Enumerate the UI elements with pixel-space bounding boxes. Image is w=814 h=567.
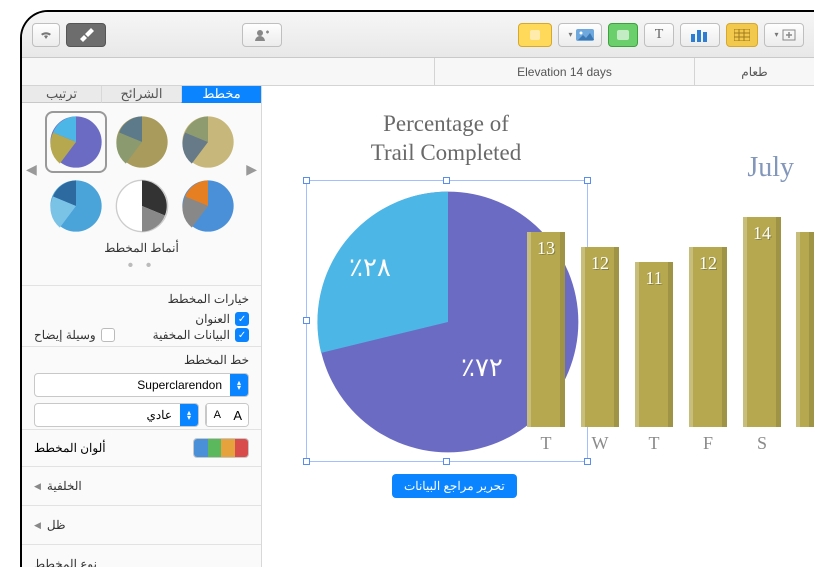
styles-next[interactable]: ▶ (246, 161, 257, 178)
size-small-icon: A (206, 404, 228, 426)
shape-button[interactable] (608, 23, 638, 47)
styles-prev[interactable]: ◀ (26, 161, 37, 178)
resize-handle[interactable] (303, 177, 310, 184)
text-icon: T (655, 27, 664, 43)
bar-category: T (649, 433, 660, 454)
style-thumb-5[interactable] (115, 179, 169, 233)
pie-slice-label-72: ٪٧٢ (461, 353, 503, 383)
checkbox-legend-label: وسيلة إيضاح (34, 328, 96, 342)
tips-button[interactable] (518, 23, 552, 47)
stepper-icon: ▴▾ (230, 374, 248, 396)
chart-colors-section: ألوان المخطط (22, 429, 261, 466)
chart-icon (690, 28, 710, 42)
checkbox-title[interactable]: ✓ (235, 312, 249, 326)
insert-icon (782, 29, 796, 41)
bar-category: F (703, 433, 713, 454)
chart-type-label: نوع المخطط (34, 557, 97, 567)
document-tabs: Elevation 14 days طعام (22, 58, 814, 86)
chart-colors-label: ألوان المخطط (34, 441, 106, 455)
chart-type-section[interactable]: نوع المخطط (22, 544, 261, 567)
font-family-select[interactable]: ▴▾ Superclarendon (34, 373, 249, 397)
bar-value: 12 (689, 253, 727, 274)
style-thumb-1[interactable] (49, 115, 103, 169)
style-thumb-2[interactable] (115, 115, 169, 169)
wifi-icon (39, 30, 53, 40)
bar-category: T (541, 433, 552, 454)
style-thumb-4[interactable] (49, 179, 103, 233)
checkbox-hidden-data[interactable]: ✓ (235, 328, 249, 342)
chart-options-section: خيارات المخطط ✓ العنوان ✓ البيانات المخف… (22, 285, 261, 346)
styles-pager[interactable]: • • (44, 257, 239, 275)
shadow-section[interactable]: ظل ◀ (22, 505, 261, 544)
checkbox-hidden-label: البيانات المخفية (153, 328, 230, 342)
disclosure-icon: ◀ (34, 520, 41, 531)
resize-handle[interactable] (443, 458, 450, 465)
font-size-stepper[interactable]: A A (205, 403, 249, 427)
brush-icon (78, 28, 94, 42)
table-icon (734, 29, 750, 41)
edit-data-button[interactable]: تحرير مراجع البيانات (392, 474, 517, 498)
shape-icon (616, 29, 630, 41)
background-section[interactable]: الخلفية ◀ (22, 466, 261, 505)
disclosure-icon: ◀ (34, 481, 41, 492)
font-weight-select[interactable]: ▴▾ عادي (34, 403, 199, 427)
bar-value: 11 (635, 268, 673, 289)
collaborate-button[interactable] (242, 23, 282, 47)
format-brush-button[interactable] (66, 23, 106, 47)
tab-arrange[interactable]: ترتيب (22, 86, 101, 103)
bar-value: 12 (581, 253, 619, 274)
resize-handle[interactable] (584, 177, 591, 184)
bar-chart[interactable]: 13 T 12 W 11 T 12 F 14 S (526, 194, 814, 454)
wifi-button[interactable] (32, 23, 60, 47)
tab-chart[interactable]: مخطط (181, 86, 261, 103)
person-plus-icon (254, 29, 270, 41)
chart-font-title: خط المخطط (34, 353, 249, 367)
resize-handle[interactable] (443, 177, 450, 184)
inspector-sidebar: ترتيب الشرائح مخطط ◀ ▶ (22, 86, 262, 567)
chart-title-line1: Percentage of (383, 111, 509, 136)
style-thumb-6[interactable] (181, 179, 235, 233)
bar-chart-title: July (747, 152, 794, 184)
text-button[interactable]: T (644, 23, 674, 47)
chart-styles: ◀ ▶ (22, 103, 261, 285)
pie-slice-label-28: ٪٢٨ (349, 253, 391, 283)
chart-font-section: خط المخطط ▴▾ Superclarendon A A ▴▾ عادي (22, 346, 261, 429)
inspector-tabs: ترتيب الشرائح مخطط (22, 86, 261, 103)
background-label: الخلفية (47, 479, 82, 493)
checkbox-title-label: العنوان (195, 312, 230, 326)
tab-elevation[interactable]: Elevation 14 days (434, 58, 694, 85)
lightbulb-icon (528, 28, 542, 42)
styles-label: أنماط المخطط (44, 241, 239, 255)
resize-handle[interactable] (584, 458, 591, 465)
insert-button[interactable]: ▾ (764, 23, 804, 47)
bar-value: 13 (527, 238, 565, 259)
media-button[interactable]: ▾ (558, 23, 602, 47)
style-thumb-3[interactable] (181, 115, 235, 169)
table-button[interactable] (726, 23, 758, 47)
canvas[interactable]: Percentage of Trail Completed ٪٢٨ ٪٧٢ (262, 86, 814, 567)
toolbar: ▾ T ▾ (22, 12, 814, 58)
tab-food[interactable]: طعام (694, 58, 814, 85)
chart-options-title: خيارات المخطط (34, 292, 249, 306)
font-weight-value: عادي (35, 404, 180, 426)
chevron-down-icon: ▾ (568, 30, 572, 39)
image-icon (576, 29, 594, 41)
resize-handle[interactable] (303, 317, 310, 324)
chevron-down-icon: ▾ (774, 30, 778, 39)
bar-category: W (592, 433, 609, 454)
bar-category (803, 433, 808, 454)
chart-title-line2: Trail Completed (371, 140, 522, 165)
bar-value: 14 (743, 223, 781, 244)
size-big-icon: A (228, 404, 249, 426)
color-swatches[interactable] (193, 438, 249, 458)
bar-category: S (757, 433, 767, 454)
chart-title[interactable]: Percentage of Trail Completed (316, 110, 576, 168)
font-family-value: Superclarendon (35, 374, 230, 396)
resize-handle[interactable] (303, 458, 310, 465)
shadow-label: ظل (47, 518, 66, 532)
tab-slides[interactable]: الشرائح (101, 86, 181, 103)
chart-button[interactable] (680, 23, 720, 47)
stepper-icon: ▴▾ (180, 404, 198, 426)
checkbox-legend[interactable] (101, 328, 115, 342)
